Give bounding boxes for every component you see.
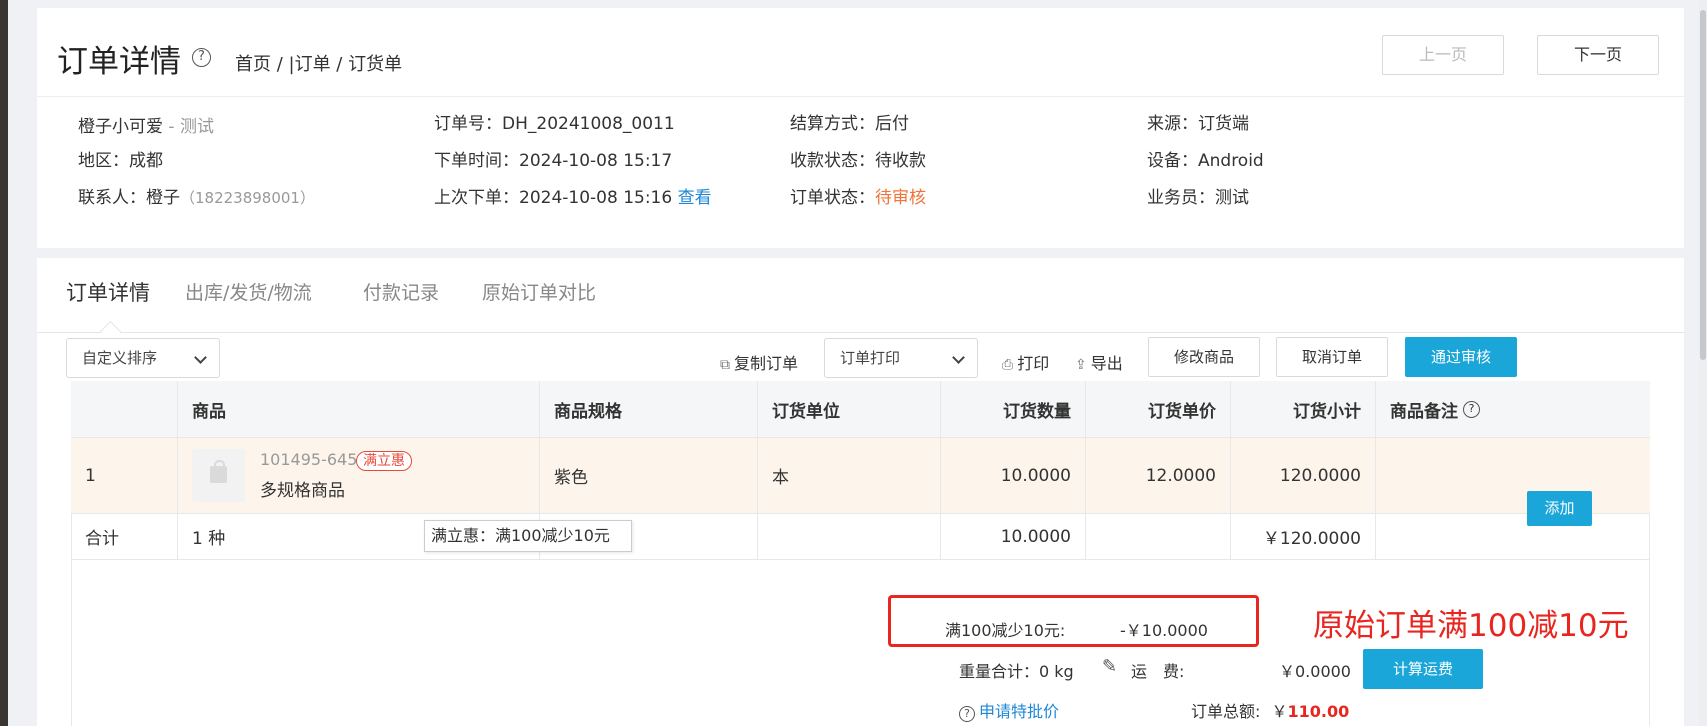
header-quantity: 订货数量 (941, 381, 1086, 437)
row-goods: 101495-645 满立惠 多规格商品 (178, 438, 540, 513)
next-page-button[interactable]: 下一页 (1537, 35, 1659, 75)
page-title: 订单详情 (57, 44, 181, 80)
header-remark-label: 商品备注 (1390, 401, 1458, 422)
order-status-value: 待审核 (875, 188, 926, 208)
settlement-method: 结算方式：后付 (790, 114, 909, 134)
header-goods: 商品 (178, 381, 540, 437)
special-price-link[interactable]: ? 申请特批价 (959, 698, 1059, 722)
customer-suffix: - 测试 (163, 117, 214, 137)
total-quantity: 10.0000 (941, 514, 1086, 559)
last-order-time: 上次下单：2024-10-08 15:16 (434, 188, 678, 208)
order-total-label: 订单总额: (1191, 702, 1261, 721)
help-icon[interactable]: ? (1463, 400, 1480, 418)
prev-page-button[interactable]: 上一页 (1382, 35, 1504, 75)
view-last-order-link[interactable]: 查看 (678, 188, 712, 208)
help-icon: ? (959, 706, 975, 722)
contact: 联系人：橙子（18223898001） (78, 183, 315, 208)
order-device: 设备：Android (1147, 151, 1264, 171)
order-time: 下单时间：2024-10-08 15:17 (434, 151, 673, 171)
table-total-row: 合计 1 种 10.0000 ￥120.0000 (71, 514, 1650, 560)
header-spec: 商品规格 (540, 381, 758, 437)
order-total-value: 110.00 (1287, 702, 1350, 721)
weight-total: 重量合计：0 kg (959, 662, 1074, 681)
header-unit-price: 订货单价 (1086, 381, 1231, 437)
order-source: 来源：订货端 (1147, 114, 1249, 134)
total-subtotal: ￥120.0000 (1231, 514, 1376, 559)
total-remark-empty (1376, 514, 1520, 559)
product-name[interactable]: 多规格商品 (260, 476, 345, 501)
total-unit-empty (758, 514, 941, 559)
order-status: 订单状态：待审核 (790, 183, 926, 208)
header-divider (37, 96, 1684, 97)
last-order: 上次下单：2024-10-08 15:16 查看 (434, 183, 712, 208)
shipping-value: ￥0.0000 (1279, 662, 1351, 681)
row-spec: 紫色 (540, 438, 758, 513)
discount-value: -￥10.0000 (1120, 621, 1208, 640)
add-remark-button[interactable]: 添加 (1527, 491, 1592, 526)
table-row: 1 101495-645 满立惠 多规格商品 紫色 本 10.0000 12.0… (71, 438, 1650, 514)
order-status-label: 订单状态： (790, 188, 875, 208)
promo-badge[interactable]: 满立惠 (356, 451, 412, 471)
scrollbar-thumb[interactable] (1700, 10, 1706, 360)
total-label: 合计 (71, 514, 178, 559)
order-total: 订单总额: ￥110.00 (1191, 698, 1349, 722)
promo-tooltip: 满立惠：满100减少10元 (424, 520, 632, 552)
discount-label: 满100减少10元: (945, 621, 1066, 640)
table-header-row: 商品 商品规格 订货单位 订货数量 订货单价 订货小计 商品备注 ? (71, 381, 1650, 438)
calculate-shipping-button[interactable]: 计算运费 (1363, 649, 1483, 689)
header-unit: 订货单位 (758, 381, 941, 437)
row-remark (1376, 438, 1520, 513)
breadcrumb[interactable]: 首页 / |订单 / 订货单 (235, 50, 402, 76)
special-price-label: 申请特批价 (979, 702, 1060, 721)
product-thumbnail (192, 449, 245, 502)
shopping-bag-icon (210, 460, 227, 483)
page-canvas: 订单详情 ? 首页 / |订单 / 订货单 上一页 下一页 橙子小可爱 - 测试… (8, 0, 1707, 726)
header-subtotal: 订货小计 (1231, 381, 1376, 437)
order-number: 订单号：DH_20241008_0011 (434, 114, 675, 134)
product-sku: 101495-645 (260, 450, 358, 469)
edit-icon[interactable]: ✎ (1102, 656, 1117, 677)
shipping-label: 运 费: (1131, 662, 1185, 681)
order-total-currency: ￥ (1271, 702, 1288, 721)
help-icon[interactable]: ? (192, 48, 211, 67)
scrollbar-track[interactable] (1699, 0, 1707, 726)
contact-name: 联系人：橙子 (78, 188, 180, 208)
row-unit-price: 12.0000 (1086, 438, 1231, 513)
row-subtotal: 120.0000 (1231, 438, 1376, 513)
salesperson: 业务员：测试 (1147, 188, 1249, 208)
payment-status: 收款状态：待收款 (790, 151, 926, 171)
header-index (71, 381, 178, 437)
row-unit: 本 (758, 438, 941, 513)
header-remark: 商品备注 ? (1376, 381, 1520, 437)
customer-name-text: 橙子小可爱 (78, 117, 163, 137)
contact-phone: （18223898001） (180, 189, 315, 207)
row-index: 1 (71, 438, 178, 513)
total-price-empty (1086, 514, 1231, 559)
row-quantity: 10.0000 (941, 438, 1086, 513)
order-header: 订单详情 ? 首页 / |订单 / 订货单 上一页 下一页 橙子小可爱 - 测试… (37, 8, 1684, 248)
region: 地区：成都 (78, 151, 163, 171)
annotation-text: 原始订单满100减10元 (1313, 608, 1629, 644)
customer-name: 橙子小可爱 - 测试 (78, 112, 214, 137)
